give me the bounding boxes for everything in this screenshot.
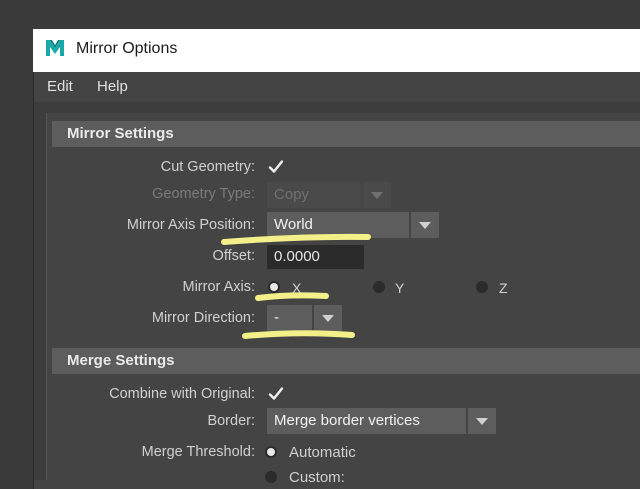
highlight-stroke: [255, 292, 329, 301]
highlight-annotations: [221, 233, 371, 339]
highlight-stroke: [242, 330, 355, 339]
highlight-stroke: [221, 233, 371, 245]
